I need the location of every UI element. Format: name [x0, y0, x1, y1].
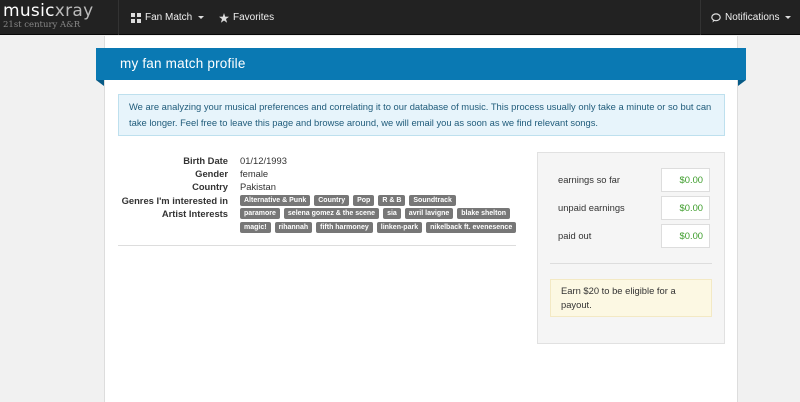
payout-notice: Earn $20 to be eligible for a payout.: [550, 279, 712, 317]
unpaid-earnings-row: unpaid earnings $0.00: [558, 196, 710, 220]
artist-tag: avril lavigne: [404, 208, 454, 219]
grid-icon: [131, 12, 141, 23]
top-navbar: musicxray 21st century A&R Fan Match Fav…: [0, 0, 800, 35]
earnings-so-far-row: earnings so far $0.00: [558, 168, 710, 192]
unpaid-earnings-label: unpaid earnings: [558, 202, 625, 213]
notifications-label: Notifications: [725, 12, 780, 23]
earnings-so-far-value: $0.00: [661, 168, 710, 192]
artist-tag: nikelback ft. evenesence: [426, 222, 517, 233]
star-icon: [219, 12, 229, 23]
artist-tag: linken-park: [376, 222, 423, 233]
chevron-down-icon: [198, 16, 205, 19]
notifications-dropdown[interactable]: Notifications: [711, 0, 792, 35]
artist-tag: sia: [383, 208, 401, 219]
birth-date-label: Birth Date: [183, 155, 228, 166]
genres-label: Genres I'm interested in: [121, 195, 228, 206]
musicxray-logo[interactable]: musicxray 21st century A&R: [3, 2, 94, 30]
paid-out-label: paid out: [558, 230, 592, 241]
birth-date-value: 01/12/1993: [240, 155, 287, 166]
profile-details: Birth Date 01/12/1993 Gender female Coun…: [118, 154, 517, 246]
speech-bubble-icon: [711, 12, 721, 22]
artist-tag: fifth harmoney: [316, 222, 373, 233]
genre-tags: Alternative & Punk Country Pop R & B Sou…: [240, 195, 456, 206]
page-title: my fan match profile: [120, 56, 246, 71]
logo-word-xray: xray: [54, 1, 94, 21]
fan-match-dropdown[interactable]: Fan Match: [131, 0, 205, 35]
info-alert: We are analyzing your musical preference…: [118, 94, 725, 136]
genre-tag: Alternative & Punk: [240, 195, 311, 206]
logo-tagline: 21st century A&R: [3, 20, 81, 30]
genre-tag: R & B: [378, 195, 406, 206]
country-value: Pakistan: [240, 181, 276, 192]
chevron-down-icon: [785, 16, 792, 19]
page-header-ribbon: my fan match profile: [96, 48, 746, 86]
nav-divider: [118, 0, 119, 35]
paid-out-row: paid out $0.00: [558, 224, 710, 248]
panel-divider: [550, 263, 712, 264]
artist-tag: magic!: [240, 222, 271, 233]
logo-wordmark: musicxray: [3, 2, 94, 20]
artist-tag: rihannah: [274, 222, 313, 233]
nav-divider: [700, 0, 701, 35]
gender-label: Gender: [195, 168, 228, 179]
logo-word-music: music: [3, 1, 55, 21]
artist-tags-row-1: paramore selena gomez & the scene sia av…: [240, 208, 510, 219]
favorites-label: Favorites: [233, 12, 275, 23]
artist-tags-row-2: magic! rihannah fifth harmoney linken-pa…: [240, 222, 517, 233]
artists-label: Artist Interests: [161, 208, 228, 219]
favorites-link[interactable]: Favorites: [219, 0, 274, 35]
genre-tag: Soundtrack: [409, 195, 456, 206]
genre-tag: Pop: [353, 195, 375, 206]
genre-tag: Country: [314, 195, 350, 206]
country-label: Country: [192, 181, 228, 192]
earnings-panel: earnings so far $0.00 unpaid earnings $0…: [537, 152, 725, 344]
artist-tag: paramore: [240, 208, 280, 219]
earnings-so-far-label: earnings so far: [558, 174, 621, 185]
unpaid-earnings-value: $0.00: [661, 196, 710, 220]
artist-tag: blake shelton: [457, 208, 510, 219]
artist-tag: selena gomez & the scene: [283, 208, 380, 219]
gender-value: female: [240, 168, 269, 179]
fan-match-label: Fan Match: [145, 12, 193, 23]
paid-out-value: $0.00: [661, 224, 710, 248]
